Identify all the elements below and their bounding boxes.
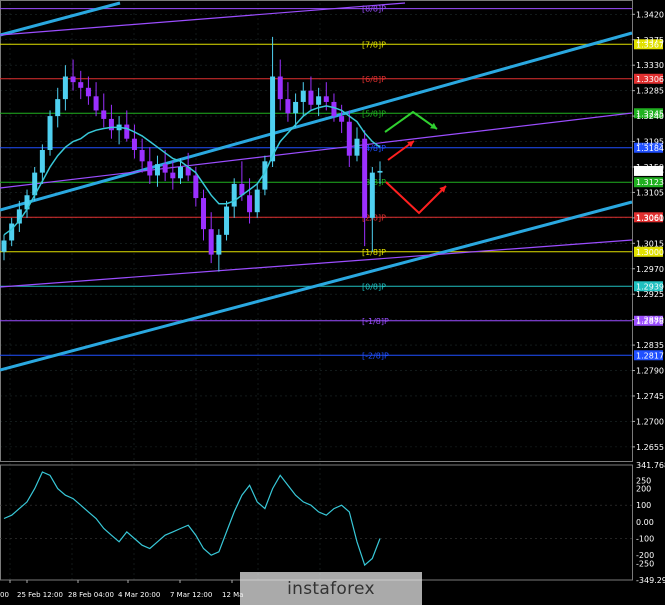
candle-body [300,90,306,102]
candle-body [224,206,230,235]
murrey-label: [0/8]P [362,282,386,291]
candle-body [193,175,199,199]
osc-tick-label: 341.7683 [636,461,665,470]
candle-body [208,229,214,255]
candle-body [369,172,375,218]
candle-body [101,110,107,119]
price-tick-label: 1.2700 [636,417,664,426]
candle-body [231,183,237,207]
candle-body [78,82,84,88]
osc-tick-label: 100 [636,501,651,510]
candle-body [254,189,260,213]
price-tick-label: 1.2790 [636,367,664,376]
candle-body [285,99,291,114]
price-tick-label: 1.2655 [636,443,664,452]
osc-tick-label: -100 [636,535,654,544]
price-tick-label: 1.3105 [636,188,664,197]
murrey-label: [7/8]P [362,40,386,49]
candle-body [124,124,130,139]
osc-tick-label: 0.00 [636,518,654,527]
price-tick-label: 1.3330 [636,61,664,70]
candle-body [39,150,45,173]
candle-body [1,240,7,252]
candle-body [131,138,137,151]
candle-body [377,170,383,173]
candle-body [293,101,299,114]
murrey-badge-text: 1.3000 [636,248,664,257]
candle-body [323,96,329,102]
candle-body [277,76,283,100]
candle-body [339,116,345,122]
candle-body [170,172,176,179]
price-tick-label: 1.3015 [636,239,664,248]
candle-body [162,164,168,173]
candle-body [354,138,360,156]
murrey-label: [5/8]P [362,109,386,118]
murrey-label: [6/8]P [362,75,386,84]
murrey-badge-text: 1.3123 [636,178,664,187]
time-tick-label: 00 [0,591,9,599]
candle-body [47,116,53,151]
time-tick-label: 7 Mar 12:00 [170,591,212,599]
candle-body [270,76,276,162]
candle-body [147,161,153,176]
time-tick-label: 25 Feb 12:00 [17,591,63,599]
time-tick-label: 28 Feb 04:00 [68,591,114,599]
candle-body [93,96,99,111]
price-tick-label: 1.2880 [636,316,664,325]
candle-body [85,87,91,97]
price-tick-label: 1.3240 [636,112,664,121]
candle-body [247,195,253,213]
price-tick-label: 1.2925 [636,290,664,299]
price-chart: [8/8]P[7/8]P 1.3367[6/8]P 1.3306[5/8]P 1.32… [0,0,665,605]
candle-body [216,234,222,255]
candle-body [308,90,314,105]
time-tick-label: 4 Mar 20:00 [118,591,160,599]
murrey-label: [-1/8]P [362,317,389,326]
candle-body [70,76,76,83]
murrey-badge-text: 1.3306 [636,75,664,84]
price-tick-label: 1.2970 [636,265,664,274]
price-tick-label: 1.3420 [636,10,664,19]
candle-body [177,166,183,179]
price-tick-label: 1.3285 [636,87,664,96]
price-tick-label: 1.2745 [636,392,664,401]
osc-tick-label: 200 [636,485,651,494]
candle-body [139,150,145,162]
candle-body [316,96,322,105]
candle-body [62,76,68,100]
candle-body [9,223,15,241]
candle-body [108,118,114,131]
price-tick-label: 1.3060 [636,214,664,223]
current-price-text: 1.3143 [636,167,664,176]
price-tick-label: 1.3375 [636,36,664,45]
logo-text: instaforex [287,578,375,599]
price-tick-label: 1.3195 [636,138,664,147]
candle-body [201,198,207,230]
candle-body [362,138,368,218]
price-tick-label: 1.2835 [636,341,664,350]
candle-body [154,164,160,176]
murrey-badge-text: 1.2817 [636,351,664,360]
murrey-label: [-2/8]P [362,351,389,360]
murrey-label: [1/8]P [362,248,386,257]
osc-tick-label: -250 [636,559,654,568]
candle-body [55,99,61,117]
osc-tick-label: -349.291 [636,576,665,585]
instaforex-logo: instaforex [240,572,422,605]
candle-body [346,121,352,156]
